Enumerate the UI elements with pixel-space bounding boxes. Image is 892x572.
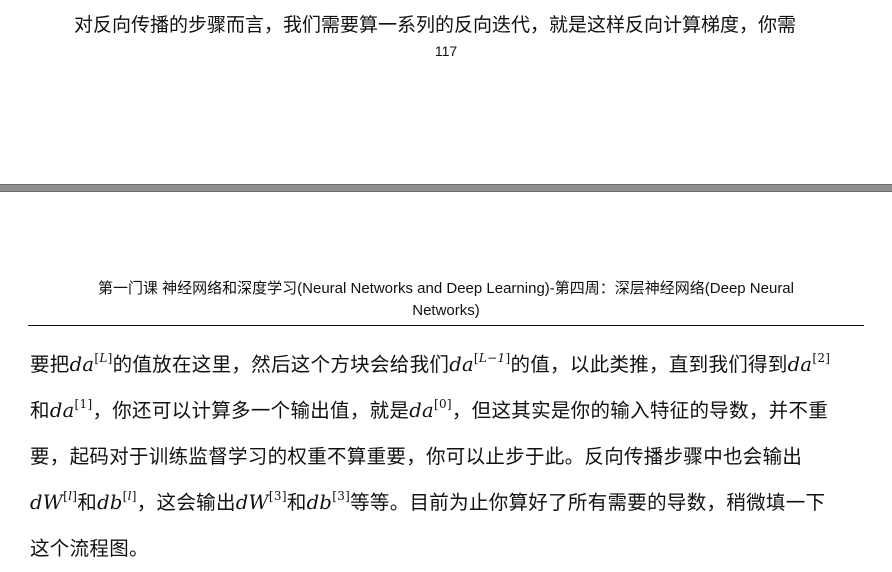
superscript: [2] [812,351,831,365]
running-header-line1: 第一门课 神经网络和深度学习(Neural Networks and Deep … [97,280,794,297]
page-number: 117 [434,43,458,59]
math-da: da [449,353,474,376]
text-run: 要把 [30,353,70,376]
text-run: ，但这其实是你的输入特征的导数，并不重 [451,399,829,422]
body-paragraph: 要把da[L]的值放在这里，然后这个方块会给我们da[L−1]的值，以此类推，直… [30,342,870,572]
superscript: [L] [94,351,113,365]
math-dW: dW [30,491,64,514]
math-da: da [69,353,95,376]
text-run: 和 [286,491,307,514]
body-line-3: 要，起码对于训练监督学习的权重不算重要，你可以止步于此。反向传播步骤中也会输出 [30,445,803,468]
superscript: [l] [63,489,78,503]
math-dW: dW [235,491,269,514]
running-header: 第一门课 神经网络和深度学习(Neural Networks and Deep … [28,278,864,322]
math-db: db [306,491,333,514]
text-run: 的值放在这里，然后这个方块会给我们 [112,353,450,376]
text-run: ，你还可以计算多一个输出值，就是 [92,399,410,422]
superscript: [3] [332,489,351,503]
previous-page: 对反向传播的步骤而言，我们需要算一系列的反向迭代，就是这样反向计算梯度，你需 1… [0,0,892,184]
body-line-4: dW[l]和db[l]，这会输出dW[3]和db[3]等等。目前为止你算好了所有… [30,480,870,526]
superscript: [L−1] [473,351,511,365]
math-da: da [409,399,434,422]
text-run: 和 [77,491,98,514]
previous-page-last-line: 对反向传播的步骤而言，我们需要算一系列的反向迭代，就是这样反向计算梯度，你需 [74,14,797,36]
math-da: da [787,353,813,376]
body-line-1: 要把da[L]的值放在这里，然后这个方块会给我们da[L−1]的值，以此类推，直… [30,342,870,388]
math-db: db [97,491,123,514]
text-run: 和 [30,399,50,422]
superscript: [l] [122,489,137,503]
superscript: [0] [433,397,452,411]
text-run: 等等。目前为止你算好了所有需要的导数，稍微填一下 [350,491,826,514]
text-run: ，这会输出 [136,491,236,514]
math-da: da [49,399,75,422]
header-rule [28,325,864,326]
running-header-line2: Networks) [412,302,480,319]
text-run: 的值，以此类推，直到我们得到 [510,353,788,376]
superscript: [3] [268,489,287,503]
body-line-5: 这个流程图。 [30,537,149,560]
superscript: [1] [74,397,93,411]
body-line-2: 和da[1]，你还可以计算多一个输出值，就是da[0]，但这其实是你的输入特征的… [30,388,870,434]
page-separator [0,184,892,192]
current-page: 第一门课 神经网络和深度学习(Neural Networks and Deep … [0,192,892,567]
